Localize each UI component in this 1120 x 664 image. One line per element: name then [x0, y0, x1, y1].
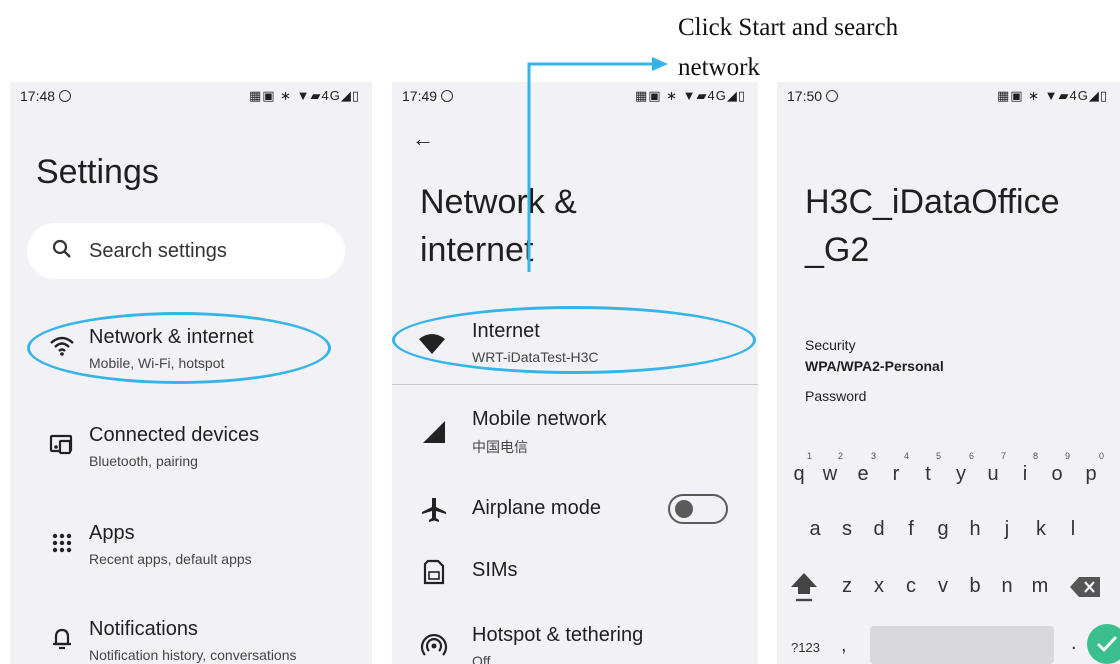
shift-key-icon[interactable]: [789, 570, 819, 604]
settings-item-apps[interactable]: Apps Recent apps, default apps: [10, 516, 372, 576]
status-time: 17:49: [402, 88, 454, 104]
connected-devices-icon: [49, 434, 73, 455]
key-h[interactable]: h: [959, 518, 991, 541]
network-internet-screen: 17:49 ▦▣ ∗ ▼▰4G◢▯ ← Network & internet I…: [392, 82, 758, 664]
settings-item-title: Notifications: [89, 618, 198, 640]
key-q[interactable]: 1q: [783, 451, 815, 486]
key-r[interactable]: 4r: [880, 451, 912, 486]
key-b[interactable]: b: [959, 575, 991, 598]
settings-item-subtitle: Notification history, conversations: [89, 647, 297, 663]
toggle-knob: [675, 500, 693, 518]
network-item-title: Airplane mode: [472, 497, 601, 519]
key-v[interactable]: v: [927, 575, 959, 598]
key-g[interactable]: g: [927, 518, 959, 541]
highlight-oval: [392, 306, 756, 374]
page-title: Settings: [36, 153, 159, 191]
key-x[interactable]: x: [863, 575, 895, 598]
network-name-line-1: H3C_iDataOffice: [805, 183, 1060, 221]
page-title-line-2: internet: [420, 231, 534, 269]
network-item-subtitle: 中国电信: [472, 439, 528, 455]
comma-key[interactable]: ,: [841, 634, 847, 657]
key-l[interactable]: l: [1057, 518, 1089, 541]
status-circle-icon: [441, 90, 454, 102]
status-bar: 17:48 ▦▣ ∗ ▼▰4G◢▯: [10, 82, 372, 112]
security-label: Security: [805, 337, 856, 353]
key-u[interactable]: 7u: [977, 451, 1009, 486]
key-n[interactable]: n: [991, 575, 1023, 598]
key-w[interactable]: 2w: [814, 451, 846, 486]
key-d[interactable]: d: [863, 518, 895, 541]
apps-grid-icon: [52, 533, 72, 553]
key-a[interactable]: a: [799, 518, 831, 541]
status-icons: ▦▣ ∗ ▼▰4G◢▯: [996, 88, 1108, 103]
key-m[interactable]: m: [1024, 575, 1056, 598]
network-item-title: Hotspot & tethering: [472, 624, 644, 646]
hotspot-icon: [420, 633, 448, 656]
key-i[interactable]: 8i: [1009, 451, 1041, 486]
key-t[interactable]: 5t: [912, 451, 944, 486]
status-time: 17:48: [20, 88, 72, 104]
annotation-line-1: Click Start and search: [678, 14, 899, 41]
sim-icon: [423, 559, 445, 585]
enter-key[interactable]: [1087, 624, 1120, 664]
password-label: Password: [805, 388, 867, 404]
settings-item-connected-devices[interactable]: Connected devices Bluetooth, pairing: [10, 418, 372, 478]
network-item-hotspot[interactable]: Hotspot & tethering Off: [392, 618, 758, 664]
annotation-text: Click Start and search network: [678, 8, 948, 88]
check-icon: [1097, 636, 1118, 653]
key-k[interactable]: k: [1025, 518, 1057, 541]
key-s[interactable]: s: [831, 518, 863, 541]
key-e[interactable]: 3e: [847, 451, 879, 486]
search-settings-bar[interactable]: Search settings: [27, 223, 345, 279]
back-arrow-icon[interactable]: ←: [412, 126, 434, 152]
key-p[interactable]: 0p: [1075, 451, 1107, 486]
page-title: Network & internet: [420, 178, 577, 274]
period-key[interactable]: .: [1071, 632, 1077, 655]
key-c[interactable]: c: [895, 575, 927, 598]
network-item-airplane[interactable]: Airplane mode: [392, 482, 758, 542]
signal-icon: [423, 421, 445, 443]
key-o[interactable]: 9o: [1041, 451, 1073, 486]
soft-keyboard: 1q 2w 3e 4r 5t 6y 7u 8i 9o 0p a s d f g …: [777, 442, 1120, 664]
airplane-mode-toggle[interactable]: [668, 494, 728, 524]
settings-screen: 17:48 ▦▣ ∗ ▼▰4G◢▯ Settings Search settin…: [10, 82, 372, 664]
status-circle-icon: [826, 90, 839, 102]
search-input[interactable]: Search settings: [89, 240, 227, 263]
status-bar: 17:50 ▦▣ ∗ ▼▰4G◢▯: [777, 82, 1120, 112]
status-icons: ▦▣ ∗ ▼▰4G◢▯: [634, 88, 746, 103]
status-time: 17:50: [787, 88, 839, 104]
space-bar[interactable]: [870, 626, 1054, 664]
page-title-line-1: Network &: [420, 183, 577, 221]
status-icons: ▦▣ ∗ ▼▰4G◢▯: [248, 88, 360, 103]
status-circle-icon: [59, 90, 72, 102]
search-icon: [52, 239, 71, 258]
symbols-key[interactable]: ?123: [791, 640, 820, 655]
network-item-title: Mobile network: [472, 408, 607, 430]
key-y[interactable]: 6y: [945, 451, 977, 486]
wifi-connect-screen: 17:50 ▦▣ ∗ ▼▰4G◢▯ H3C_iDataOffice _G2 Se…: [777, 82, 1120, 664]
key-f[interactable]: f: [895, 518, 927, 541]
settings-item-subtitle: Bluetooth, pairing: [89, 453, 198, 469]
backspace-key-icon[interactable]: [1069, 576, 1101, 598]
key-j[interactable]: j: [991, 518, 1023, 541]
security-value: WPA/WPA2-Personal: [805, 358, 944, 374]
highlight-oval: [27, 312, 331, 384]
settings-item-notifications[interactable]: Notifications Notification history, conv…: [10, 612, 372, 664]
airplane-icon: [422, 498, 446, 522]
network-name-line-2: _G2: [805, 231, 870, 269]
bell-icon: [53, 628, 71, 650]
network-item-title: SIMs: [472, 559, 518, 581]
status-bar: 17:49 ▦▣ ∗ ▼▰4G◢▯: [392, 82, 758, 112]
network-name-title: H3C_iDataOffice _G2: [805, 178, 1060, 274]
key-z[interactable]: z: [831, 575, 863, 598]
network-item-sims[interactable]: SIMs: [392, 544, 758, 604]
network-item-mobile[interactable]: Mobile network 中国电信: [392, 404, 758, 464]
network-item-subtitle: Off: [472, 653, 491, 664]
divider: [392, 384, 758, 385]
settings-item-title: Connected devices: [89, 424, 260, 446]
settings-item-subtitle: Recent apps, default apps: [89, 551, 252, 567]
settings-item-title: Apps: [89, 522, 135, 544]
